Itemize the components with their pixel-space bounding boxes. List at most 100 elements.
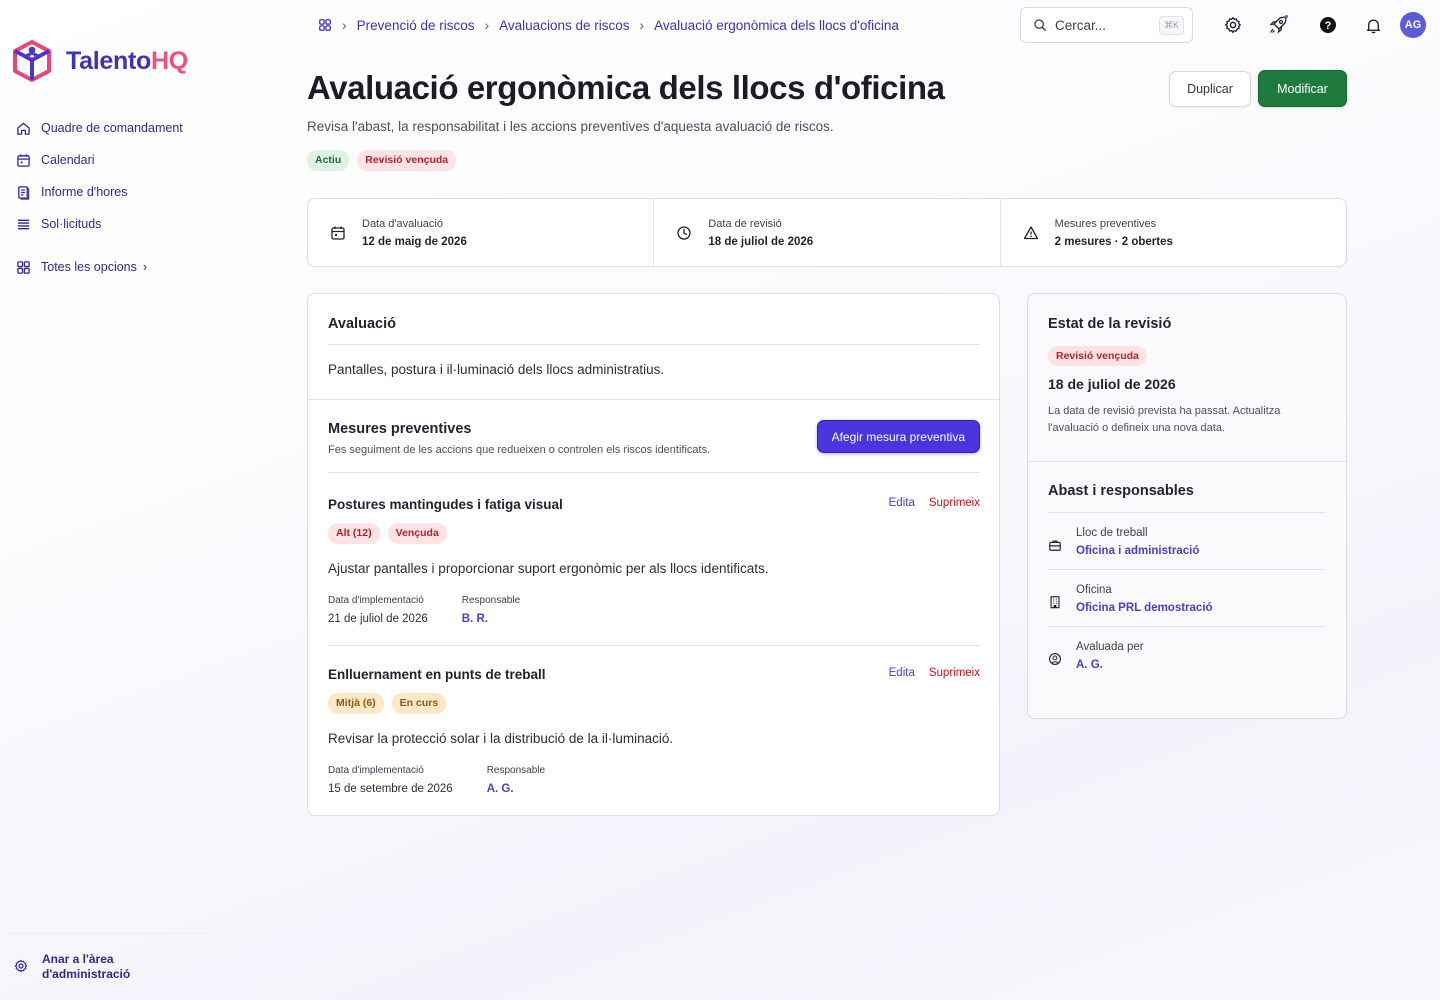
sidebar-item-label: Informe d'hores bbox=[41, 185, 128, 199]
measure-title: Postures mantingudes i fatiga visual bbox=[328, 497, 563, 512]
divider bbox=[328, 472, 980, 473]
sidebar-item-calendar[interactable]: Calendari bbox=[16, 144, 183, 176]
measure-title: Enlluernament en punts de treball bbox=[328, 667, 546, 682]
breadcrumb-item-risk-assessments[interactable]: Avaluacions de riscos bbox=[499, 18, 629, 33]
measure-badges: Mitjà (6) En curs bbox=[328, 693, 980, 714]
measure-item: Enlluernament en punts de treball Edita … bbox=[328, 667, 980, 795]
stat-label: Mesures preventives bbox=[1054, 217, 1157, 230]
help-icon: ? bbox=[1320, 17, 1336, 33]
scope-row-assessed-by: Avaluada per A. G. bbox=[1048, 626, 1326, 683]
evaluation-text: Pantalles, postura i il·luminació dels l… bbox=[328, 362, 665, 377]
assessment-card: Avaluació Pantalles, postura i il·lumina… bbox=[307, 293, 1000, 816]
sidebar-item-label: Sol·licituds bbox=[41, 217, 102, 231]
measure-item: Postures mantingudes i fatiga visual Edi… bbox=[328, 497, 980, 625]
report-icon bbox=[18, 185, 30, 200]
implementation-date-label: Data d'implementació bbox=[328, 765, 424, 776]
scope-link[interactable]: Oficina PRL demostració bbox=[1076, 602, 1213, 614]
gear-icon bbox=[1225, 17, 1241, 33]
scope-heading: Abast i responsables bbox=[1048, 483, 1194, 499]
user-icon bbox=[1049, 653, 1061, 665]
status-badges: Actiu Revisió vençuda bbox=[307, 150, 457, 171]
sidebar-item-hours-report[interactable]: Informe d'hores bbox=[16, 176, 183, 208]
sidebar-item-label: Quadre de comandament bbox=[41, 121, 183, 135]
implementation-date-value: 15 de setembre de 2026 bbox=[328, 783, 453, 795]
briefcase-icon bbox=[1049, 540, 1061, 551]
evaluation-heading: Avaluació bbox=[328, 316, 396, 332]
stat-value: 2 mesures · 2 obertes bbox=[1054, 235, 1173, 248]
home-icon bbox=[17, 122, 30, 135]
list-icon bbox=[17, 219, 30, 229]
measures-section: Mesures preventives Fes seguiment de les… bbox=[328, 420, 980, 473]
search-placeholder: Cercar... bbox=[1055, 17, 1107, 33]
stat-assessment-date: Data d'avaluació 12 de maig de 2026 bbox=[308, 199, 655, 266]
scope-section: Abast i responsables Lloc de treball Ofic… bbox=[1048, 483, 1326, 683]
stat-label: Data d'avaluació bbox=[362, 217, 443, 230]
sidebar-item-dashboard[interactable]: Quadre de comandament bbox=[16, 112, 183, 144]
sidebar-divider bbox=[8, 933, 208, 934]
divider bbox=[1028, 461, 1346, 462]
breadcrumb-item-current[interactable]: Avaluació ergonòmica dels llocs d'oficin… bbox=[654, 18, 899, 33]
sidebar-item-all-options[interactable]: Totes les opcions › bbox=[16, 251, 183, 283]
brand-name: TalentoHQ bbox=[66, 46, 188, 75]
review-scope-card: Estat de la revisió Revisió vençuda 18 d… bbox=[1027, 293, 1347, 719]
edit-measure-link[interactable]: Edita bbox=[889, 497, 915, 509]
grid-icon[interactable] bbox=[318, 18, 332, 32]
implementation-date-label: Data d'implementació bbox=[328, 595, 424, 606]
svg-text:?: ? bbox=[1325, 20, 1332, 32]
measure-description: Ajustar pantalles i proporcionar suport … bbox=[328, 561, 769, 576]
scope-label: Oficina bbox=[1076, 584, 1112, 596]
scope-link[interactable]: Oficina i administració bbox=[1076, 545, 1199, 557]
measure-status-badge: Vençuda bbox=[387, 523, 447, 544]
owner-link[interactable]: B. R. bbox=[462, 613, 520, 625]
logo-cube-icon bbox=[13, 40, 51, 82]
divider bbox=[328, 645, 980, 646]
modify-button[interactable]: Modificar bbox=[1258, 70, 1347, 107]
status-badge-review-overdue: Revisió vençuda bbox=[1048, 346, 1147, 366]
bell-icon bbox=[1366, 18, 1380, 33]
status-badge-review-overdue: Revisió vençuda bbox=[357, 150, 457, 171]
divider bbox=[328, 344, 980, 345]
sidebar-nav: Quadre de comandament Calendari Informe … bbox=[16, 112, 183, 283]
review-heading: Estat de la revisió bbox=[1048, 316, 1172, 332]
admin-area-link[interactable]: Anar a l'àrea d'administració bbox=[14, 952, 164, 982]
review-note: La data de revisió prevista ha passat. A… bbox=[1048, 405, 1281, 434]
stat-label: Data de revisió bbox=[708, 217, 782, 230]
sidebar: TalentoHQ Quadre de comandament Calendar… bbox=[0, 0, 210, 1000]
delete-measure-link[interactable]: Suprimeix bbox=[929, 497, 980, 509]
search-icon bbox=[1034, 19, 1046, 31]
implementation-date-value: 21 de juliol de 2026 bbox=[328, 613, 428, 625]
measure-description: Revisar la protecció solar i la distribu… bbox=[328, 731, 674, 746]
owner-link[interactable]: A. G. bbox=[487, 783, 545, 795]
measure-status-badge: En curs bbox=[391, 693, 447, 714]
warning-icon bbox=[1023, 225, 1038, 239]
measure-meta: Data d'implementació 15 de setembre de 20… bbox=[328, 765, 980, 795]
search-shortcut: ⌘K bbox=[1158, 15, 1184, 35]
add-measure-button[interactable]: Afegir mesura preventiva bbox=[816, 420, 980, 453]
search-input[interactable]: Cercar... ⌘K bbox=[1020, 7, 1193, 43]
launch-button[interactable] bbox=[1267, 14, 1289, 36]
stat-review-date: Data de revisió 18 de juliol de 2026 bbox=[654, 199, 1001, 266]
building-icon bbox=[1050, 596, 1060, 609]
settings-button[interactable] bbox=[1222, 14, 1244, 36]
breadcrumb: › Prevenció de riscos › Avaluacions de r… bbox=[318, 16, 899, 34]
page-title: Avaluació ergonòmica dels llocs d'oficin… bbox=[307, 69, 945, 106]
duplicate-button[interactable]: Duplicar bbox=[1169, 71, 1251, 107]
sidebar-item-label: Totes les opcions bbox=[41, 260, 137, 274]
edit-measure-link[interactable]: Edita bbox=[889, 667, 915, 679]
stat-value: 12 de maig de 2026 bbox=[362, 235, 467, 248]
scope-row-workplace: Lloc de treball Oficina i administració bbox=[1048, 512, 1326, 569]
scope-label: Lloc de treball bbox=[1076, 527, 1148, 539]
measure-badges: Alt (12) Vençuda bbox=[328, 523, 980, 544]
help-button[interactable]: ? bbox=[1317, 14, 1339, 36]
brand-logo[interactable]: TalentoHQ bbox=[12, 40, 188, 82]
scope-link[interactable]: A. G. bbox=[1076, 659, 1144, 671]
admin-area-label: Anar a l'àrea d'administració bbox=[42, 952, 131, 981]
user-avatar[interactable]: AG bbox=[1400, 12, 1426, 38]
sidebar-item-requests[interactable]: Sol·licituds bbox=[16, 208, 183, 240]
summary-strip: Data d'avaluació 12 de maig de 2026 Data … bbox=[307, 198, 1347, 267]
delete-measure-link[interactable]: Suprimeix bbox=[929, 667, 980, 679]
notifications-button[interactable] bbox=[1362, 14, 1384, 36]
scope-label: Avaluada per bbox=[1076, 641, 1144, 653]
chevron-right-icon: › bbox=[342, 17, 347, 33]
breadcrumb-item-risk-prevention[interactable]: Prevenció de riscos bbox=[357, 18, 475, 33]
